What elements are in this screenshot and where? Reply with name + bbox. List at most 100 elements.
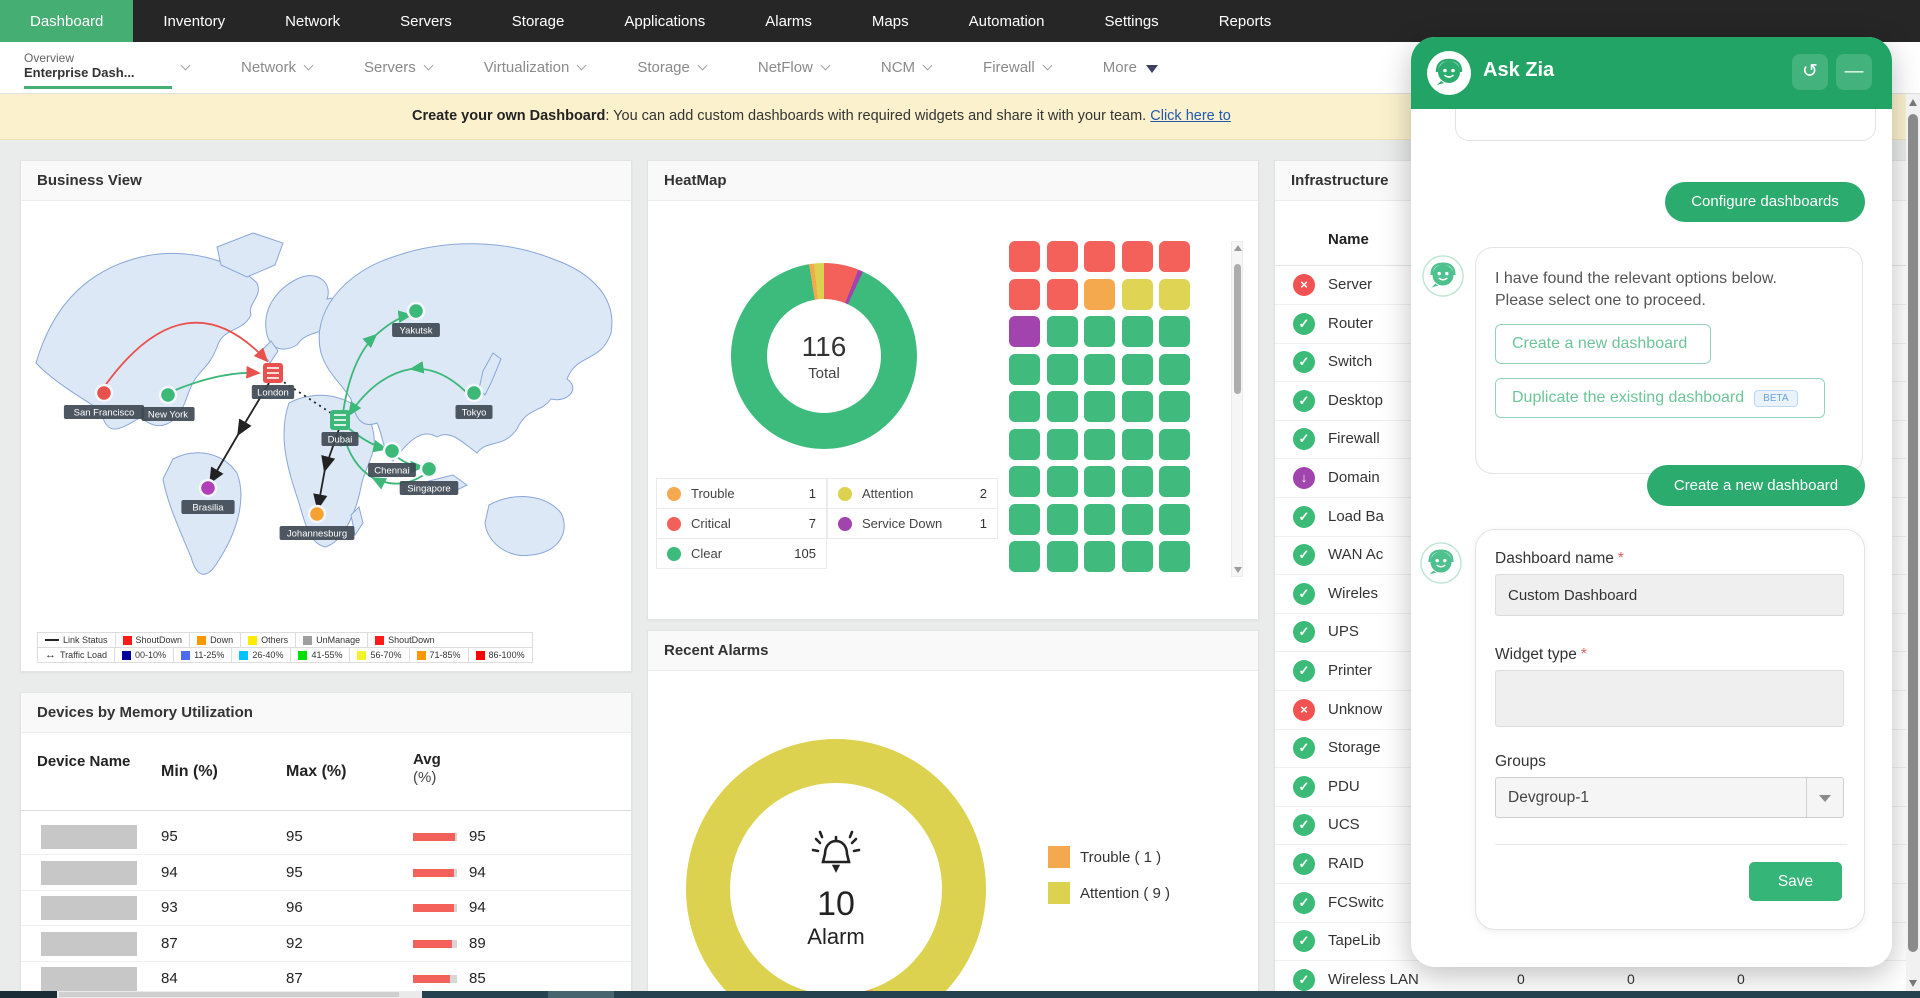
page-horizontal-scrollbar[interactable]: [0, 991, 1920, 998]
heatmap-cell-green[interactable]: [1122, 541, 1153, 572]
heatmap-cell-green[interactable]: [1047, 541, 1078, 572]
heatmap-cell-green[interactable]: [1047, 354, 1078, 385]
heatmap-cell-green[interactable]: [1084, 354, 1115, 385]
recent-alarms-donut[interactable]: 10 Alarm: [686, 739, 986, 998]
heatmap-cell-yellow[interactable]: [1159, 279, 1190, 310]
heatmap-cell-red[interactable]: [1009, 241, 1040, 272]
heatmap-cell-green[interactable]: [1047, 429, 1078, 460]
heatmap-cell-green[interactable]: [1122, 429, 1153, 460]
heatmap-cell-green[interactable]: [1009, 466, 1040, 497]
heatmap-cell-purple[interactable]: [1009, 316, 1040, 347]
tab-more[interactable]: More: [1103, 59, 1158, 76]
nav-item-dashboard[interactable]: Dashboard: [0, 0, 133, 42]
map-city-chennai[interactable]: Chennai: [368, 443, 416, 477]
heatmap-donut-chart[interactable]: 116 Total: [731, 263, 917, 449]
heatmap-cell-green[interactable]: [1122, 354, 1153, 385]
heatmap-cell-green[interactable]: [1084, 316, 1115, 347]
scroll-down-icon[interactable]: [1909, 980, 1917, 987]
heatmap-cell-green[interactable]: [1159, 316, 1190, 347]
nav-item-settings[interactable]: Settings: [1074, 0, 1188, 42]
scroll-up-icon[interactable]: [1234, 245, 1242, 251]
save-button[interactable]: Save: [1749, 862, 1842, 901]
heatmap-legend-item[interactable]: Critical7: [656, 508, 827, 539]
scroll-up-icon[interactable]: [1909, 99, 1917, 106]
heatmap-cell-green[interactable]: [1159, 466, 1190, 497]
nav-item-automation[interactable]: Automation: [939, 0, 1075, 42]
heatmap-cell-red[interactable]: [1047, 279, 1078, 310]
heatmap-cell-green[interactable]: [1159, 354, 1190, 385]
world-map[interactable]: San FranciscoNew YorkLondonDubaiYakutskT…: [21, 203, 631, 593]
heatmap-cell-red[interactable]: [1084, 241, 1115, 272]
heatmap-cell-green[interactable]: [1122, 316, 1153, 347]
minimize-button[interactable]: —: [1836, 54, 1872, 90]
nav-item-inventory[interactable]: Inventory: [133, 0, 255, 42]
heatmap-cell-red[interactable]: [1009, 279, 1040, 310]
banner-link[interactable]: Click here to: [1150, 108, 1231, 124]
memory-table-row[interactable]: 959595: [21, 819, 631, 855]
heatmap-cell-green[interactable]: [1047, 391, 1078, 422]
widget-type-input[interactable]: [1495, 670, 1844, 727]
nav-item-maps[interactable]: Maps: [842, 0, 939, 42]
heatmap-cell-green[interactable]: [1084, 429, 1115, 460]
heatmap-cell-green[interactable]: [1084, 391, 1115, 422]
tab-servers[interactable]: Servers: [364, 59, 432, 76]
heatmap-cell-green[interactable]: [1159, 504, 1190, 535]
heatmap-cell-red[interactable]: [1122, 241, 1153, 272]
memory-table-row[interactable]: 879289: [21, 926, 631, 962]
nav-item-alarms[interactable]: Alarms: [735, 0, 842, 42]
heatmap-scroll-thumb[interactable]: [1234, 264, 1241, 394]
hscroll-thumb[interactable]: [59, 992, 399, 997]
heatmap-cell-green[interactable]: [1122, 466, 1153, 497]
scrollbar-thumb[interactable]: [1908, 114, 1918, 952]
heatmap-legend-item[interactable]: Trouble1: [656, 478, 827, 509]
map-city-london[interactable]: London: [252, 363, 294, 399]
heatmap-cell-green[interactable]: [1047, 466, 1078, 497]
nav-item-applications[interactable]: Applications: [594, 0, 735, 42]
heatmap-cell-orange[interactable]: [1084, 279, 1115, 310]
groups-dropdown[interactable]: Devgroup-1: [1495, 777, 1844, 818]
heatmap-cell-green[interactable]: [1159, 541, 1190, 572]
tab-overview-active[interactable]: Overview Enterprise Dash...: [24, 47, 174, 88]
heatmap-cell-green[interactable]: [1084, 541, 1115, 572]
heatmap-cell-green[interactable]: [1159, 429, 1190, 460]
heatmap-cell-green[interactable]: [1047, 316, 1078, 347]
heatmap-cell-green[interactable]: [1009, 429, 1040, 460]
heatmap-cell-green[interactable]: [1009, 504, 1040, 535]
heatmap-cell-red[interactable]: [1047, 241, 1078, 272]
dropdown-arrow-icon[interactable]: [1806, 778, 1843, 817]
tab-storage[interactable]: Storage: [637, 59, 706, 76]
heatmap-legend-item[interactable]: Service Down1: [827, 508, 998, 539]
nav-item-storage[interactable]: Storage: [482, 0, 595, 42]
nav-item-network[interactable]: Network: [255, 0, 370, 42]
heatmap-cell-green[interactable]: [1009, 541, 1040, 572]
heatmap-cell-green[interactable]: [1122, 391, 1153, 422]
heatmap-cell-green[interactable]: [1047, 504, 1078, 535]
heatmap-cell-green[interactable]: [1009, 354, 1040, 385]
tab-ncm[interactable]: NCM: [881, 59, 931, 76]
tab-netflow[interactable]: NetFlow: [758, 59, 829, 76]
page-vertical-scrollbar[interactable]: [1906, 94, 1920, 992]
heatmap-legend-item[interactable]: Attention2: [827, 478, 998, 509]
duplicate-dashboard-option-button[interactable]: Duplicate the existing dashboard BETA: [1495, 378, 1825, 418]
create-new-dashboard-option-button[interactable]: Create a new dashboard: [1495, 324, 1711, 364]
nav-item-servers[interactable]: Servers: [370, 0, 482, 42]
tab-firewall[interactable]: Firewall: [983, 59, 1051, 76]
memory-table-row[interactable]: 949594: [21, 855, 631, 891]
tab-network[interactable]: Network: [241, 59, 312, 76]
heatmap-legend-item[interactable]: Clear105: [656, 538, 827, 569]
heatmap-cell-green[interactable]: [1084, 466, 1115, 497]
nav-item-reports[interactable]: Reports: [1189, 0, 1302, 42]
heatmap-cell-green[interactable]: [1122, 504, 1153, 535]
heatmap-scrollbar[interactable]: [1231, 241, 1243, 577]
heatmap-cell-red[interactable]: [1159, 241, 1190, 272]
hscroll-track[interactable]: [57, 991, 422, 998]
tab-virtualization[interactable]: Virtualization: [484, 59, 586, 76]
heatmap-cell-green[interactable]: [1159, 391, 1190, 422]
memory-table-row[interactable]: 939694: [21, 890, 631, 926]
heatmap-cell-green[interactable]: [1009, 391, 1040, 422]
scroll-down-icon[interactable]: [1234, 567, 1242, 573]
reset-conversation-button[interactable]: ↺: [1792, 54, 1828, 90]
heatmap-cell-green[interactable]: [1084, 504, 1115, 535]
active-tab-chevron[interactable]: [182, 66, 189, 69]
heatmap-cell-yellow[interactable]: [1122, 279, 1153, 310]
